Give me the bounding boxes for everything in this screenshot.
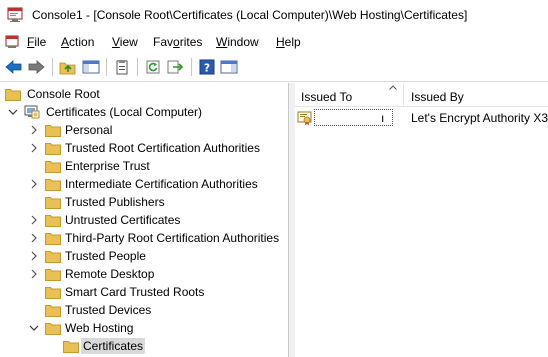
folder-icon xyxy=(45,125,61,137)
tree-item-certificates-local-computer[interactable]: Certificates (Local Computer) xyxy=(0,103,288,121)
tree-item-label: Smart Card Trusted Roots xyxy=(65,285,205,299)
tree-item-label: Intermediate Certification Authorities xyxy=(65,177,258,191)
menu-favorites[interactable]: Favorites xyxy=(153,35,202,49)
table-row[interactable]: ı Let's Encrypt Authority X3 xyxy=(295,109,548,127)
tree-item-label: Trusted Publishers xyxy=(65,195,165,209)
cell-issued-to: ı xyxy=(381,111,385,125)
list-header: Issued To Issued By xyxy=(295,83,548,107)
menu-action[interactable]: Action xyxy=(61,35,94,49)
cell-issued-by: Let's Encrypt Authority X3 xyxy=(411,111,548,125)
show-hide-action-pane-icon[interactable] xyxy=(219,57,239,77)
folder-icon xyxy=(45,233,61,245)
chevron-down-icon[interactable] xyxy=(29,323,39,333)
chevron-right-icon[interactable] xyxy=(29,125,39,135)
folder-icon xyxy=(5,89,21,101)
tree-item-label: Personal xyxy=(65,123,113,137)
forward-arrow-icon[interactable] xyxy=(26,57,46,77)
toolbar-separator xyxy=(106,58,107,76)
folder-open-icon xyxy=(63,341,79,353)
refresh-icon[interactable] xyxy=(143,57,163,77)
menu-bar: File Action View Favorites Window Help xyxy=(0,31,548,53)
tree-item-trusted-devices[interactable]: Trusted Devices xyxy=(0,301,288,319)
console-tree: Console Root Certificates (Local Compute… xyxy=(0,83,289,357)
tree-item-web-hosting[interactable]: Web Hosting xyxy=(0,319,288,337)
tree-item-label: Web Hosting xyxy=(65,321,134,335)
chevron-right-icon[interactable] xyxy=(29,233,39,243)
results-list: Issued To Issued By ı Let's Encrypt Auth… xyxy=(295,83,548,357)
tree-item-trusted-root-certification-authorities[interactable]: Trusted Root Certification Authorities xyxy=(0,139,288,157)
tree-item-label: Certificates (Local Computer) xyxy=(46,105,203,119)
chevron-right-icon[interactable] xyxy=(29,269,39,279)
tree-item-trusted-publishers[interactable]: Trusted Publishers xyxy=(0,193,288,211)
title-bar: Console1 - [Console Root\Certificates (L… xyxy=(0,0,548,31)
help-icon[interactable]: ? xyxy=(197,57,217,77)
export-list-icon[interactable] xyxy=(165,57,185,77)
tree-item-trusted-people[interactable]: Trusted People xyxy=(0,247,288,265)
mmc-app-icon xyxy=(7,7,23,22)
toolbar: ? xyxy=(0,53,548,82)
folder-icon xyxy=(45,143,61,155)
show-hide-tree-icon[interactable] xyxy=(81,57,101,77)
properties-icon[interactable] xyxy=(112,57,132,77)
window-title: Console1 - [Console Root\Certificates (L… xyxy=(32,8,468,22)
tree-item-personal[interactable]: Personal xyxy=(0,121,288,139)
sort-ascending-icon xyxy=(389,85,397,90)
svg-text:?: ? xyxy=(204,62,210,75)
menu-view[interactable]: View xyxy=(112,35,138,49)
tree-item-untrusted-certificates[interactable]: Untrusted Certificates xyxy=(0,211,288,229)
folder-icon xyxy=(45,251,61,263)
back-arrow-icon[interactable] xyxy=(4,57,24,77)
column-header-issued-by[interactable]: Issued By xyxy=(411,90,464,104)
folder-icon xyxy=(45,197,61,209)
folder-icon xyxy=(45,305,61,317)
tree-item-third-party-root-certification-authorities[interactable]: Third-Party Root Certification Authoriti… xyxy=(0,229,288,247)
toolbar-separator xyxy=(52,58,53,76)
folder-icon xyxy=(45,323,61,335)
chevron-right-icon[interactable] xyxy=(29,215,39,225)
menu-file[interactable]: File xyxy=(27,35,46,49)
tree-item-smart-card-trusted-roots[interactable]: Smart Card Trusted Roots xyxy=(0,283,288,301)
tree-item-label: Remote Desktop xyxy=(65,267,155,281)
folder-icon xyxy=(45,287,61,299)
tree-item-label: Certificates xyxy=(81,338,146,354)
tree-item-console-root[interactable]: Console Root xyxy=(0,85,288,103)
tree-item-label: Enterprise Trust xyxy=(65,159,150,173)
chevron-right-icon[interactable] xyxy=(29,143,39,153)
chevron-right-icon[interactable] xyxy=(29,251,39,261)
tree-item-enterprise-trust[interactable]: Enterprise Trust xyxy=(0,157,288,175)
chevron-right-icon[interactable] xyxy=(29,179,39,189)
tree-item-intermediate-certification-authorities[interactable]: Intermediate Certification Authorities xyxy=(0,175,288,193)
tree-item-label: Untrusted Certificates xyxy=(65,213,181,227)
folder-icon xyxy=(45,269,61,281)
tree-item-label: Trusted People xyxy=(65,249,146,263)
toolbar-separator xyxy=(137,58,138,76)
certificate-store-icon xyxy=(24,105,40,119)
certificate-icon xyxy=(297,111,312,126)
up-folder-icon[interactable] xyxy=(58,57,78,77)
menu-help[interactable]: Help xyxy=(276,35,301,49)
tree-item-label: Trusted Root Certification Authorities xyxy=(65,141,260,155)
tree-item-remote-desktop[interactable]: Remote Desktop xyxy=(0,265,288,283)
chevron-down-icon[interactable] xyxy=(8,107,18,117)
tree-item-label: Third-Party Root Certification Authoriti… xyxy=(65,231,280,245)
toolbar-separator xyxy=(191,58,192,76)
folder-icon xyxy=(45,179,61,191)
menu-window[interactable]: Window xyxy=(216,35,259,49)
tree-item-label: Trusted Devices xyxy=(65,303,152,317)
column-divider[interactable] xyxy=(403,83,404,107)
folder-icon xyxy=(45,215,61,227)
tree-item-label: Console Root xyxy=(27,87,100,101)
console-doc-icon[interactable] xyxy=(5,35,19,49)
tree-item-web-hosting-certificates[interactable]: Certificates xyxy=(0,337,288,355)
folder-icon xyxy=(45,161,61,173)
column-header-issued-to[interactable]: Issued To xyxy=(301,90,352,104)
